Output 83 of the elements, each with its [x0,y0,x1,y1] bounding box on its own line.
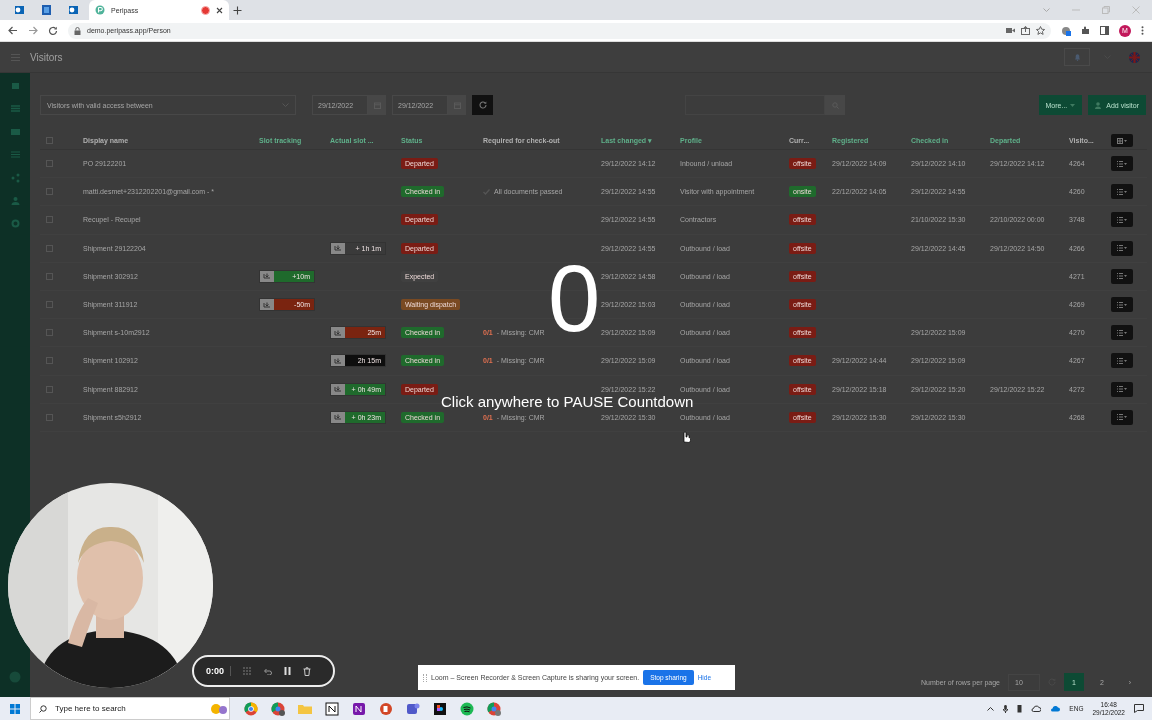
list-icon [1117,188,1127,195]
bell-icon [1073,53,1081,61]
refresh-button[interactable] [472,95,493,115]
refresh-icon [478,101,487,109]
row-checkbox[interactable] [46,160,53,168]
browser-icon[interactable] [487,701,501,716]
more-icon[interactable] [1141,26,1144,35]
check-icon [483,188,490,195]
cloud-icon[interactable] [1031,705,1042,712]
note-icon[interactable] [352,701,366,716]
countdown-number: 0 [548,262,601,336]
row-actions-button[interactable] [1111,156,1133,172]
row-actions-button[interactable] [1111,353,1133,369]
select-all-checkbox[interactable] [46,137,53,144]
row-checkbox[interactable] [46,301,53,309]
chat-icon[interactable] [406,701,420,716]
forward-icon[interactable] [28,26,38,35]
reload-icon[interactable] [48,25,58,36]
lock-icon [74,26,81,35]
hand-cursor-icon [681,431,691,443]
row-actions-button[interactable] [1111,268,1133,284]
list-icon [1117,414,1127,421]
list-icon [1117,273,1127,280]
close-icon[interactable] [216,6,223,14]
person-add-icon [1095,101,1104,109]
browser-icon[interactable] [271,701,285,716]
search-placeholder: Type here to search [55,704,126,713]
sidebar-icon[interactable] [1100,26,1109,35]
mail-icon [14,4,25,16]
pause-icon[interactable] [284,667,291,675]
back-icon[interactable] [8,26,18,35]
list-icon [1117,216,1127,223]
extension-icon[interactable] [1061,25,1071,36]
row-checkbox[interactable] [46,329,53,337]
star-icon[interactable] [1036,26,1045,35]
row-checkbox[interactable] [46,188,53,196]
list-icon [1117,329,1127,336]
row-actions-button[interactable] [1111,325,1133,341]
design-icon[interactable] [433,701,447,716]
chevron-up-icon[interactable] [987,706,995,711]
row-checkbox[interactable] [46,272,53,280]
grid-icon [1117,137,1127,144]
notebook-icon[interactable] [325,701,339,716]
share-icon[interactable] [1021,26,1030,35]
row-actions-button[interactable] [1111,381,1133,397]
mail-icon [41,4,52,16]
windows-icon[interactable] [10,703,20,714]
caret-icon [1070,103,1076,107]
trash-icon[interactable] [303,666,311,676]
puzzle-icon[interactable] [1081,26,1090,35]
slides-icon[interactable] [379,701,393,716]
list-icon [1117,245,1127,252]
search-icon [39,704,47,713]
chevron-down-icon [282,102,289,108]
row-actions-button[interactable] [1111,212,1133,228]
battery-icon[interactable] [1017,704,1023,713]
recording-time: 0:00 [206,666,231,676]
row-actions-button[interactable] [1111,409,1133,425]
row-actions-button[interactable] [1111,297,1133,313]
columns-button[interactable] [1111,134,1133,147]
microphone-icon[interactable] [1003,704,1009,713]
camera-icon[interactable] [1006,27,1015,34]
list-icon [1117,386,1127,393]
music-icon[interactable] [460,701,474,716]
browser-icon[interactable] [244,701,258,716]
row-checkbox[interactable] [46,385,53,393]
list-icon [1117,160,1127,167]
undo-icon[interactable] [263,667,272,675]
row-actions-button[interactable] [1111,240,1133,256]
list-icon [1117,357,1127,364]
row-checkbox[interactable] [46,413,53,421]
plus-icon[interactable] [233,5,242,15]
taskbar-search[interactable]: Type here to search [30,697,230,720]
notification-icon[interactable] [1134,704,1144,713]
row-checkbox[interactable] [46,216,53,224]
mail-icon [68,4,79,16]
row-actions-button[interactable] [1111,184,1133,200]
logo-icon [95,5,105,15]
list-icon [1117,301,1127,308]
page-title: Visitors [30,51,63,63]
logo-icon [9,671,21,683]
row-checkbox[interactable] [46,357,53,365]
row-checkbox[interactable] [46,244,53,252]
